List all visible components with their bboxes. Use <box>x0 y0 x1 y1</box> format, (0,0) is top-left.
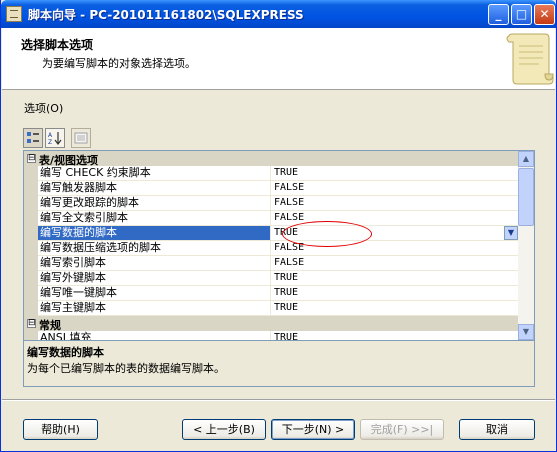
property-row[interactable]: 编写主键脚本 TRUE <box>24 301 520 316</box>
help-button[interactable]: 帮助(H) <box>23 419 98 440</box>
cancel-button[interactable]: 取消 <box>459 419 535 440</box>
row-gutter <box>24 166 38 181</box>
property-row-selected[interactable]: 编写数据的脚本 TRUE ▼ <box>24 226 520 241</box>
row-gutter <box>24 271 38 286</box>
close-button[interactable]: ✕ <box>534 4 555 25</box>
property-name: 编写外键脚本 <box>38 271 271 286</box>
row-gutter <box>24 196 38 211</box>
scroll-icon <box>506 33 554 85</box>
page-subtitle: 为要编写脚本的对象选择选项。 <box>42 57 196 70</box>
back-button[interactable]: < 上一步(B) <box>182 419 266 440</box>
window-title: 脚本向导 - PC-201011161802\SQLEXPRESS <box>28 8 304 22</box>
property-value[interactable]: TRUE <box>271 166 520 181</box>
property-value[interactable]: FALSE <box>271 181 520 196</box>
scrollbar-thumb[interactable] <box>518 168 534 226</box>
options-label: 选项(O) <box>24 102 64 115</box>
row-gutter <box>24 226 38 241</box>
maximize-button[interactable]: □ <box>511 4 532 25</box>
vertical-scrollbar[interactable]: ▲ ▼ <box>518 151 534 340</box>
property-row[interactable]: 编写全文索引脚本 FALSE <box>24 211 520 226</box>
property-row[interactable]: ANSI 填充 TRUE <box>24 331 520 340</box>
description-title: 编写数据的脚本 <box>27 346 104 359</box>
next-button[interactable]: 下一步(N) > <box>271 419 355 440</box>
red-annotation-ellipse <box>282 221 372 247</box>
property-name: 编写唯一键脚本 <box>38 286 271 301</box>
property-name: 编写全文索引脚本 <box>38 211 271 226</box>
property-name: ANSI 填充 <box>38 331 271 340</box>
property-pages-icon <box>74 132 88 144</box>
categorized-icon <box>27 132 39 143</box>
description-text: 为每个已编写脚本的表的数据编写脚本。 <box>27 362 225 375</box>
property-name: 编写数据的脚本 <box>38 226 271 241</box>
row-gutter <box>24 211 38 226</box>
category-row-general[interactable]: ⊟ 常规 <box>24 316 520 332</box>
svg-text:Z: Z <box>48 139 52 145</box>
property-row[interactable]: 编写唯一键脚本 TRUE <box>24 286 520 301</box>
property-row[interactable]: 编写 CHECK 约束脚本 TRUE <box>24 166 520 181</box>
title-bar[interactable]: 脚本向导 - PC-201011161802\SQLEXPRESS _ □ ✕ <box>1 0 556 28</box>
property-value[interactable]: TRUE <box>271 331 520 340</box>
row-gutter <box>24 241 38 256</box>
collapse-icon[interactable]: ⊟ <box>27 319 36 328</box>
property-row[interactable]: 编写更改跟踪的脚本 FALSE <box>24 196 520 211</box>
property-pages-button[interactable] <box>71 128 91 148</box>
property-name: 编写 CHECK 约束脚本 <box>38 166 271 181</box>
property-value[interactable]: FALSE <box>271 196 520 211</box>
row-gutter <box>24 301 38 316</box>
property-row[interactable]: 编写数据压缩选项的脚本 FALSE <box>24 241 520 256</box>
sort-az-icon: A Z <box>48 132 62 146</box>
property-row[interactable]: 编写外键脚本 TRUE <box>24 271 520 286</box>
property-name: 编写数据压缩选项的脚本 <box>38 241 271 256</box>
svg-text:A: A <box>48 132 53 139</box>
property-value[interactable]: TRUE <box>271 271 520 286</box>
property-row[interactable]: 编写触发器脚本 FALSE <box>24 181 520 196</box>
page-title: 选择脚本选项 <box>21 38 94 52</box>
alphabetical-view-button[interactable]: A Z <box>45 128 65 148</box>
row-gutter <box>24 181 38 196</box>
scroll-up-icon[interactable]: ▲ <box>518 151 534 167</box>
chevron-down-icon[interactable]: ▼ <box>504 226 518 240</box>
property-value[interactable]: TRUE <box>271 301 520 316</box>
property-name: 编写更改跟踪的脚本 <box>38 196 271 211</box>
scroll-down-icon[interactable]: ▼ <box>518 324 534 340</box>
property-row[interactable]: 编写索引脚本 FALSE <box>24 256 520 271</box>
script-wizard-icon <box>6 6 22 22</box>
property-value[interactable]: FALSE <box>271 256 520 271</box>
property-value[interactable]: TRUE <box>271 286 520 301</box>
minimize-button[interactable]: _ <box>488 4 509 25</box>
property-name: 编写索引脚本 <box>38 256 271 271</box>
property-grid-toolbar: A Z <box>23 128 93 148</box>
row-gutter <box>24 286 38 301</box>
category-row-table-view-options[interactable]: ⊟ 表/视图选项 <box>24 151 520 167</box>
footer-divider <box>2 399 555 401</box>
finish-button[interactable]: 完成(F) >>| <box>360 419 444 440</box>
wizard-header: 选择脚本选项 为要编写脚本的对象选择选项。 <box>2 28 555 90</box>
description-panel: 编写数据的脚本 为每个已编写脚本的表的数据编写脚本。 <box>23 341 535 387</box>
wizard-window: 脚本向导 - PC-201011161802\SQLEXPRESS _ □ ✕ … <box>0 0 557 452</box>
categorized-view-button[interactable] <box>23 128 43 148</box>
collapse-icon[interactable]: ⊟ <box>27 154 36 163</box>
property-name: 编写主键脚本 <box>38 301 271 316</box>
property-name: 编写触发器脚本 <box>38 181 271 196</box>
row-gutter <box>24 256 38 271</box>
row-gutter <box>24 331 38 340</box>
property-grid[interactable]: ⊟ 表/视图选项 编写 CHECK 约束脚本 TRUE 编写触发器脚本 FALS… <box>23 150 535 341</box>
